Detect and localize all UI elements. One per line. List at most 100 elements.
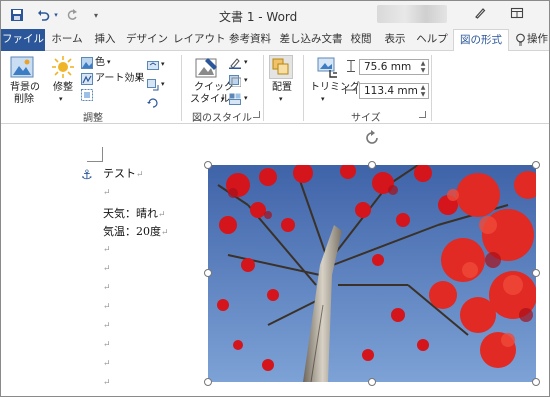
width-value: 113.4 mm [364,85,418,97]
remove-background-icon[interactable] [10,55,34,82]
crop-dropdown-icon[interactable]: ▾ [321,93,325,105]
resize-handle-left[interactable] [204,269,212,277]
height-spinner-icon[interactable]: ▲ ▼ [419,60,427,74]
title-bar: ▾ ▾ 文書 1 - Word [1,1,549,29]
crop-icon[interactable] [315,55,339,82]
tab-picture-format[interactable]: 図の形式 [453,29,509,52]
paragraph-mark: ↵ [103,321,111,331]
resize-handle-top-left[interactable] [204,161,212,169]
tab-file[interactable]: ファイル [1,29,45,51]
document-line[interactable]: ↵ [103,185,111,198]
ribbon-display-icon[interactable] [508,6,526,24]
resize-handle-top-right[interactable] [532,161,540,169]
document-line[interactable]: ↵ [103,375,111,388]
paragraph-mark: ↵ [103,283,111,293]
window-title: 文書 1 - Word [219,10,298,24]
document-line[interactable]: 気温：20度↵ [103,223,169,239]
color-label[interactable]: 色 [95,57,105,69]
artistic-effects-icon[interactable] [81,73,93,85]
artistic-effects-dropdown-icon[interactable]: ▾ [137,72,141,84]
group-separator [303,55,304,121]
resize-handle-bottom-left[interactable] [204,378,212,386]
tab-home[interactable]: ホーム [49,29,85,51]
tab-tell-me[interactable]: 操作 [527,29,549,51]
size-launcher-icon[interactable] [419,111,426,118]
document-line[interactable]: ↵ [103,261,111,274]
tab-help[interactable]: ヘルプ [415,29,449,51]
group-separator [263,55,264,121]
paragraph-mark: ↵ [158,210,166,220]
tab-references[interactable]: 参考資料 [227,29,273,51]
picture-styles-launcher-icon[interactable] [253,111,260,118]
resize-handle-bottom-right[interactable] [532,378,540,386]
picture-effects-dropdown-icon[interactable]: ▾ [244,74,248,86]
color-dropdown-icon[interactable]: ▾ [107,56,111,68]
undo-icon[interactable] [35,7,51,23]
pen-icon[interactable] [471,6,489,24]
resize-handle-bottom[interactable] [368,378,376,386]
paragraph-mark: ↵ [103,245,111,255]
picture-layout-icon[interactable] [229,93,241,105]
arrange-dropdown-icon[interactable]: ▾ [279,93,283,105]
change-picture-icon[interactable] [147,79,159,91]
corrections-dropdown-icon[interactable]: ▾ [59,93,63,105]
resize-handle-top[interactable] [368,161,376,169]
save-icon[interactable] [9,7,25,23]
selected-picture[interactable] [208,165,536,382]
picture-layout-dropdown-icon[interactable]: ▾ [244,92,248,104]
corrections-label[interactable]: 修整 [53,82,73,94]
document-line[interactable]: ↵ [103,299,111,312]
picture-border-icon[interactable] [229,57,241,69]
reset-picture-icon[interactable] [147,97,159,109]
picture-effects-icon[interactable] [229,75,242,88]
tab-insert[interactable]: 挿入 [89,29,121,51]
document-line[interactable]: ↵ [103,318,111,331]
document-area[interactable]: ⚓ テスト↵ ↵ 天気：晴れ↵ 気温：20度↵ ↵ ↵ ↵ ↵ ↵ ↵ ↵ ↵ [1,125,549,396]
paragraph-mark: ↵ [103,359,111,369]
undo-dropdown-icon[interactable]: ▾ [52,7,60,23]
resize-handle-right[interactable] [532,269,540,277]
group-label-size: サイズ [351,113,381,124]
rotate-handle-icon[interactable] [363,129,381,147]
document-line[interactable]: 天気：晴れ↵ [103,205,166,221]
document-line[interactable]: ↵ [103,242,111,255]
page-margin-corner [87,161,103,162]
compress-pictures-icon[interactable] [147,59,159,71]
tab-review[interactable]: 校閲 [347,29,375,51]
arrange-icon[interactable] [269,55,293,79]
document-line[interactable]: テスト↵ [103,165,144,181]
remove-background-label-2[interactable]: 削除 [14,94,34,106]
height-input[interactable]: 75.6 mm ▲ ▼ [359,59,429,75]
paragraph-mark: ↵ [103,188,111,198]
picture-border-dropdown-icon[interactable]: ▾ [244,56,248,68]
tab-view[interactable]: 表示 [381,29,409,51]
change-picture-dropdown-icon[interactable]: ▾ [161,78,165,90]
tab-design[interactable]: デザイン [125,29,169,51]
redo-icon[interactable] [64,7,80,23]
width-spinner-icon[interactable]: ▲ ▼ [419,84,427,98]
maple-tree-photo [208,165,536,382]
ribbon: 背景の 削除 修整 ▾ 色 ▾ アート効果 ▾ ▾ ▾ 調整 クイック スタイル… [1,51,549,124]
document-line[interactable]: ↵ [103,280,111,293]
width-input[interactable]: 113.4 mm ▲ ▼ [359,83,429,99]
tab-mailings[interactable]: 差し込み文書 [279,29,343,51]
paragraph-mark: ↵ [103,302,111,312]
corrections-icon[interactable] [51,55,75,82]
transparency-icon[interactable] [81,89,93,101]
anchor-icon[interactable]: ⚓ [81,168,93,183]
remove-background-label-1[interactable]: 背景の [10,82,40,94]
customize-qat-icon[interactable]: ▾ [91,7,101,23]
paragraph-mark: ↵ [103,378,111,388]
lightbulb-icon[interactable] [513,29,527,51]
color-icon[interactable] [81,57,93,69]
quick-styles-dropdown-icon[interactable]: ▾ [221,93,225,105]
document-line[interactable]: ↵ [103,356,111,369]
ribbon-tabs: ファイル ホーム 挿入 デザイン レイアウト 参考資料 差し込み文書 校閲 表示… [1,29,549,52]
height-icon [346,60,356,72]
quick-styles-icon[interactable] [194,55,220,84]
compress-dropdown-icon[interactable]: ▾ [161,58,165,70]
account-name [377,5,447,23]
quick-styles-label-1[interactable]: クイック [194,82,234,94]
document-line[interactable]: ↵ [103,337,111,350]
tab-layout[interactable]: レイアウト [173,29,226,51]
